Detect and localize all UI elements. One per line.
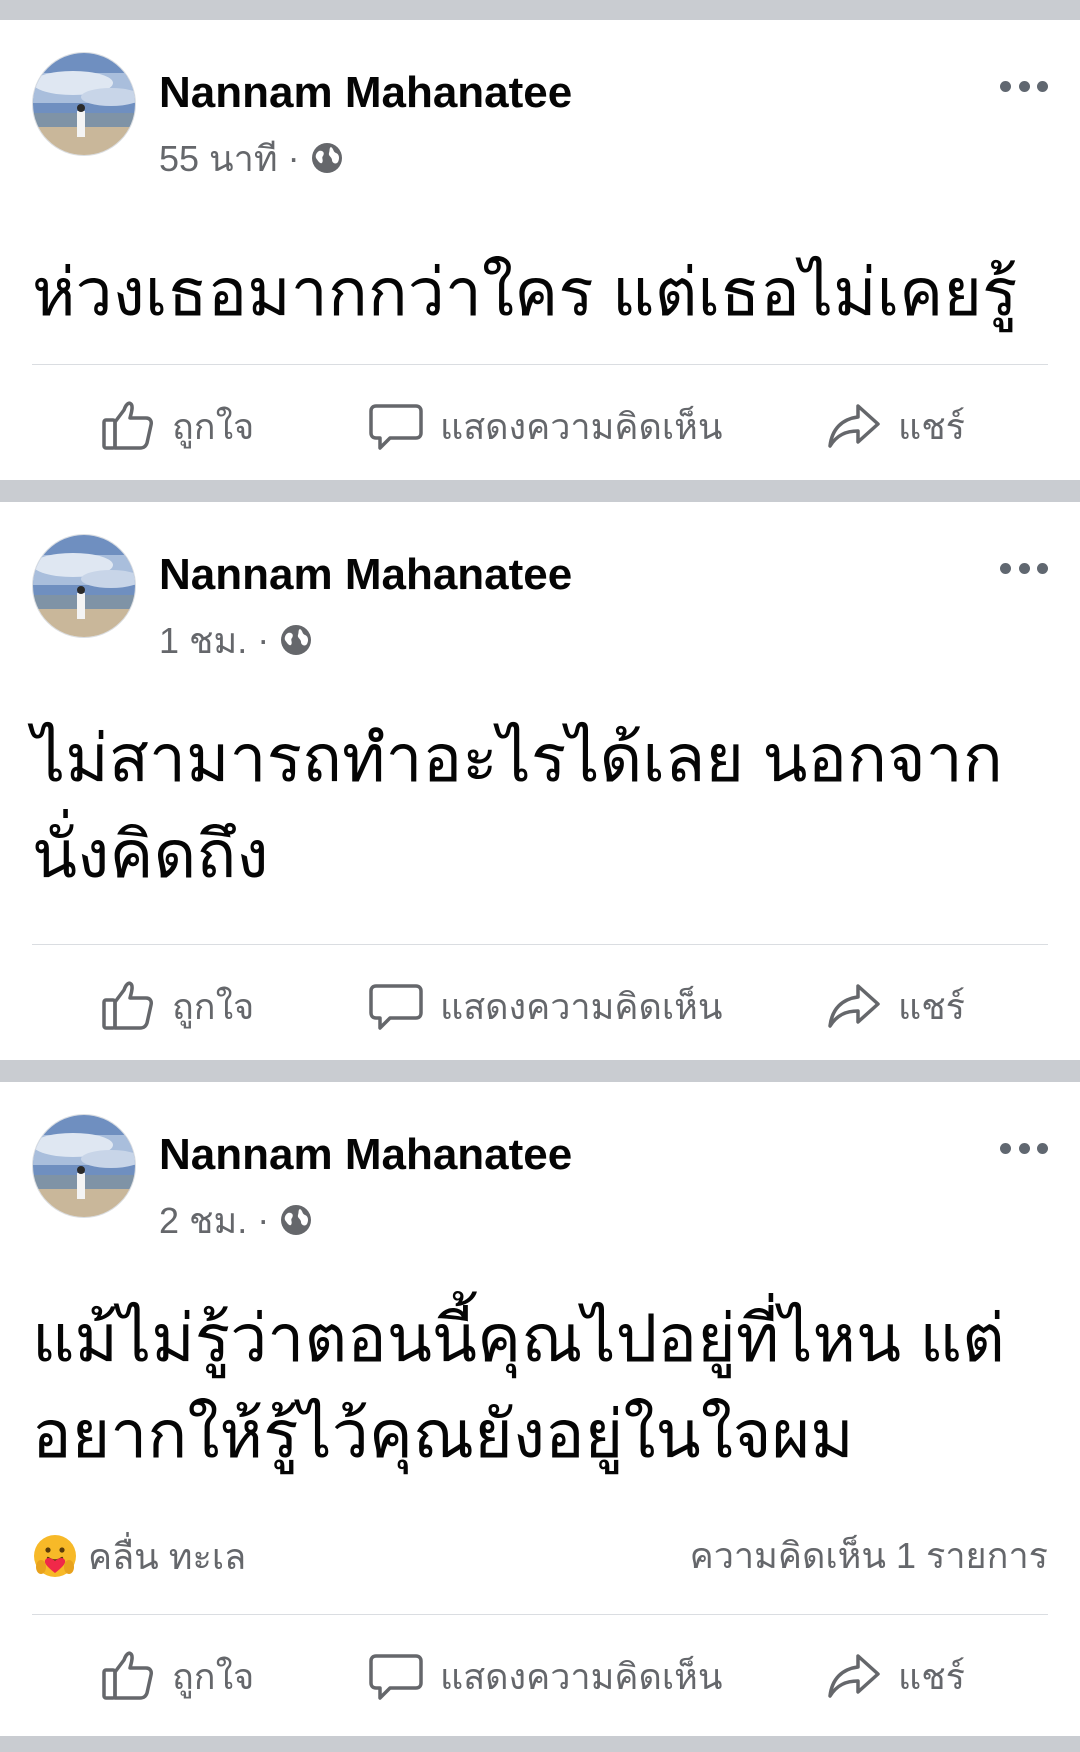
post-header: Nannam Mahanatee 2 ชม. · [0, 1082, 1080, 1252]
comment-count-link[interactable]: ความคิดเห็น 1 รายการ [690, 1526, 1048, 1586]
share-button[interactable]: แชร์ [826, 1616, 965, 1736]
post-meta: 1 ชม. · [159, 618, 313, 662]
share-label: แชร์ [898, 985, 965, 1027]
post-text-line: ไม่สามารถทำอะไรได้เลย นอกจาก [32, 721, 1003, 795]
meta-separator: · [257, 619, 270, 660]
author-name[interactable]: Nannam Mahanatee [159, 1130, 572, 1180]
reactor-name: คลื่น ทะเล [88, 1535, 247, 1577]
comment-bubble-icon [369, 984, 423, 1030]
divider [32, 944, 1048, 945]
more-dot [1018, 562, 1030, 574]
post-time[interactable]: 55 นาที [159, 130, 278, 187]
divider [32, 364, 1048, 365]
reactors[interactable]: คลื่น ทะเล [32, 1526, 246, 1586]
more-dot [1018, 1142, 1030, 1154]
thumbs-up-icon [102, 1651, 153, 1700]
action-bar: ถูกใจ แสดงความคิดเห็น แชร์ [0, 366, 1080, 486]
globe-icon [311, 143, 342, 173]
comment-button[interactable]: แสดงความคิดเห็น [368, 366, 722, 486]
thumbs-up-icon [102, 981, 153, 1030]
comment-button[interactable]: แสดงความคิดเห็น [368, 1616, 722, 1736]
more-dot [1000, 562, 1011, 574]
more-options-button[interactable] [1000, 556, 1048, 580]
news-feed: Nannam Mahanatee 55 นาที · ห่วงเธอมากกว่… [0, 0, 1080, 1752]
like-label: ถูกใจ [172, 985, 255, 1027]
author-avatar[interactable] [32, 1114, 136, 1218]
share-label: แชร์ [898, 1655, 965, 1697]
more-dot [1037, 80, 1048, 92]
post-text-line: แม้ไม่รู้ว่าตอนนี้คุณไปอยู่ที่ไหน แต่ [32, 1301, 1005, 1375]
post-card: Nannam Mahanatee 2 ชม. · แม้ไม่รู้ว่าตอน… [0, 1082, 1080, 1736]
post-text-line: อยากให้รู้ไว้คุณยังอยู่ในใจผม [32, 1397, 854, 1471]
more-dot [1018, 80, 1030, 92]
care-reaction-icon [34, 1535, 76, 1577]
share-button[interactable]: แชร์ [826, 946, 965, 1066]
avatar-image [33, 53, 135, 155]
meta-separator: · [257, 1199, 270, 1240]
avatar-image [33, 1115, 135, 1217]
avatar-image [33, 535, 135, 637]
like-label: ถูกใจ [172, 1655, 255, 1697]
author-name[interactable]: Nannam Mahanatee [159, 550, 572, 600]
share-arrow-icon [828, 984, 880, 1028]
post-card: Nannam Mahanatee 55 นาที · ห่วงเธอมากกว่… [0, 20, 1080, 480]
comment-bubble-icon [369, 404, 423, 450]
share-arrow-icon [828, 404, 880, 448]
meta-separator: · [287, 137, 300, 178]
globe-icon [281, 625, 312, 655]
divider [32, 1614, 1048, 1615]
post-card: Nannam Mahanatee 1 ชม. · ไม่สามารถทำอะไร… [0, 502, 1080, 1060]
like-button[interactable]: ถูกใจ [100, 1616, 254, 1736]
thumbs-up-icon [102, 401, 153, 450]
post-time[interactable]: 1 ชม. [159, 612, 247, 669]
action-bar: ถูกใจ แสดงความคิดเห็น แชร์ [0, 1616, 1080, 1736]
comment-label: แสดงความคิดเห็น [440, 985, 723, 1027]
comment-bubble-icon [369, 1654, 423, 1700]
action-bar: ถูกใจ แสดงความคิดเห็น แชร์ [0, 946, 1080, 1066]
like-label: ถูกใจ [172, 405, 255, 447]
comment-label: แสดงความคิดเห็น [440, 405, 723, 447]
share-label: แชร์ [898, 405, 965, 447]
author-avatar[interactable] [32, 534, 136, 638]
post-time[interactable]: 2 ชม. [159, 1192, 247, 1249]
author-avatar[interactable] [32, 52, 136, 156]
post-text-line: ห่วงเธอมากกว่าใคร แต่เธอไม่เคยรู้ [32, 255, 1018, 329]
more-dot [1000, 80, 1011, 92]
more-dot [1037, 1142, 1048, 1154]
post-text-line: นั่งคิดถึง [32, 817, 269, 891]
post-header: Nannam Mahanatee 55 นาที · [0, 20, 1080, 190]
like-button[interactable]: ถูกใจ [100, 946, 254, 1066]
comment-label: แสดงความคิดเห็น [440, 1655, 723, 1697]
like-button[interactable]: ถูกใจ [100, 366, 254, 486]
comment-button[interactable]: แสดงความคิดเห็น [368, 946, 722, 1066]
globe-icon [281, 1205, 312, 1235]
more-options-button[interactable] [1000, 1136, 1048, 1160]
author-name[interactable]: Nannam Mahanatee [159, 68, 572, 118]
post-meta: 2 ชม. · [159, 1198, 313, 1242]
reactions-summary: คลื่น ทะเล ความคิดเห็น 1 รายการ [32, 1526, 1048, 1586]
post-header: Nannam Mahanatee 1 ชม. · [0, 502, 1080, 672]
more-dot [1000, 1142, 1011, 1154]
share-arrow-icon [828, 1654, 880, 1698]
share-button[interactable]: แชร์ [826, 366, 965, 486]
post-meta: 55 นาที · [159, 136, 344, 180]
more-options-button[interactable] [1000, 74, 1048, 98]
more-dot [1037, 562, 1048, 574]
